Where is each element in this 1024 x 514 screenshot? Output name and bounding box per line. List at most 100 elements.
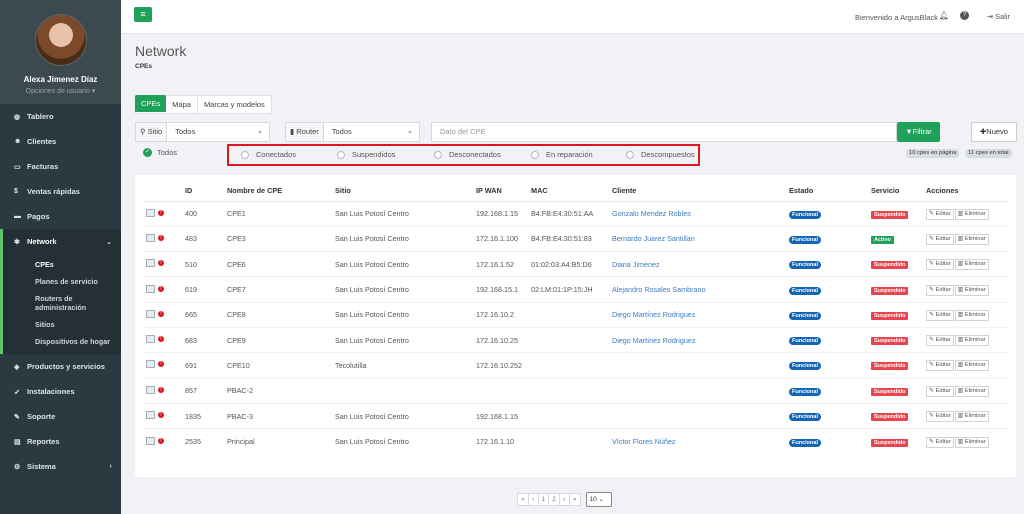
col-service[interactable]: Servicio <box>871 181 926 202</box>
edit-button[interactable]: ✎ Editar <box>926 284 954 296</box>
client-link[interactable]: Diego Martínez Rodriguez <box>612 326 789 353</box>
per-page-select[interactable]: 10 ⌄ <box>585 492 612 507</box>
client-link[interactable]: Alejandro Rosales Sambrano <box>612 276 789 303</box>
col-site[interactable]: Sitio <box>335 181 476 202</box>
client-link[interactable]: Gonzalo Mendez Robles <box>612 200 789 227</box>
tab-brands-models[interactable]: Marcas y modelos <box>198 96 271 113</box>
state-badge: Funcional <box>789 286 821 295</box>
table-row[interactable]: ! 683 CPE9 San Luis Potosí Centro 172.16.10.… <box>145 326 1007 353</box>
logout-button[interactable]: ⇥ Salir <box>987 12 1010 21</box>
help-icon[interactable]: ? <box>960 11 969 20</box>
new-cpe-button[interactable]: ✚Nuevo <box>971 122 1017 142</box>
cpe-site: San Luis Potosí Centro <box>335 276 476 303</box>
client-link[interactable]: Bernardo Juarez Santillan <box>612 225 789 252</box>
table-row[interactable]: ! 1835 PBAC-3 San Luis Potosí Centro 192.168… <box>145 402 1007 429</box>
sidebar-item-installations[interactable]: ➶ Instalaciones <box>0 379 121 404</box>
sidebar-subitem-home-devices[interactable]: Dispositivos de hogar <box>3 333 121 350</box>
client-link[interactable] <box>612 377 789 404</box>
site-select[interactable]: ⚲ Sitio Todos ⌄ <box>135 122 270 142</box>
cpe-site: San Luis Potosí Centro <box>335 225 476 252</box>
delete-button[interactable]: ▥ Eliminar <box>954 284 989 296</box>
bell-icon[interactable]: 🔔︎ <box>939 11 949 20</box>
col-client[interactable]: Cliente <box>612 181 789 202</box>
edit-button[interactable]: ✎ Editar <box>926 259 954 271</box>
state-cell: Funcional <box>789 326 871 353</box>
edit-button[interactable]: ✎ Editar <box>926 233 954 245</box>
sidebar-subitem-routers[interactable]: Routers de administración <box>3 290 121 316</box>
edit-button[interactable]: ✎ Editar <box>926 411 954 423</box>
delete-button[interactable]: ▥ Eliminar <box>954 411 989 423</box>
table-row[interactable]: ! 665 CPE8 San Luis Potosí Centro 172.16.10.… <box>145 301 1007 328</box>
sidebar-item-products[interactable]: ◈ Productos y servicios <box>0 354 121 379</box>
col-name[interactable]: Nombre de CPE <box>227 181 335 202</box>
avatar[interactable] <box>34 14 87 66</box>
device-image: ! <box>145 207 164 219</box>
table-row[interactable]: ! 483 CPE3 San Luis Potosí Centro 172.16.1.1… <box>145 225 1007 252</box>
delete-button[interactable]: ▥ Eliminar <box>954 208 989 220</box>
edit-button[interactable]: ✎ Editar <box>926 436 954 448</box>
sidebar-item-support[interactable]: ✎ Soporte <box>0 404 121 429</box>
col-ip[interactable]: IP WAN <box>476 181 531 202</box>
status-radio-disconnected[interactable]: Desconectados <box>434 150 501 159</box>
service-cell: Suspendido <box>871 276 926 303</box>
status-filter-group: Conectados Suspendidos Desconectados En … <box>227 144 700 166</box>
delete-button[interactable]: ▥ Eliminar <box>954 309 989 321</box>
map-marker-icon: ⚲ <box>140 127 146 136</box>
col-id[interactable]: ID <box>185 181 227 202</box>
client-link[interactable] <box>612 352 789 379</box>
client-link[interactable]: Víctor Flores Núñez <box>612 428 789 454</box>
router-select[interactable]: ▮ Router Todos ⌄ <box>285 122 420 142</box>
filter-button[interactable]: ▼Filtrar <box>897 122 940 142</box>
client-link[interactable]: Diana Jimenez <box>612 251 789 277</box>
delete-button[interactable]: ▥ Eliminar <box>954 385 989 397</box>
trash-icon: ▥ <box>957 210 964 217</box>
table-row[interactable]: ! 400 CPE1 San Luis Potosí Centro 192.168.1.… <box>145 200 1007 227</box>
dollar-icon: $ <box>14 188 18 195</box>
edit-button[interactable]: ✎ Editar <box>926 208 954 220</box>
sidebar-item-invoices[interactable]: ▭ Facturas <box>0 154 121 179</box>
tab-cpes[interactable]: CPEs <box>135 95 167 112</box>
tab-map[interactable]: Mapa <box>166 96 198 113</box>
sidebar-item-clients[interactable]: ☻ Clientes <box>0 129 121 154</box>
client-link[interactable]: Diego Martínez Rodriguez <box>612 301 789 328</box>
table-row[interactable]: ! 857 PBAC-2 Funcional Suspendido ✎ Editar ▥ E… <box>145 377 1007 404</box>
delete-button[interactable]: ▥ Eliminar <box>954 233 989 245</box>
client-link[interactable] <box>612 402 789 429</box>
delete-button[interactable]: ▥ Eliminar <box>954 436 989 448</box>
sidebar-item-reports[interactable]: ▤ Reportes <box>0 429 121 454</box>
cpe-site: Tecolutilla <box>335 352 476 379</box>
all-status-check[interactable]: ✓ Todos <box>143 148 177 157</box>
table-row[interactable]: ! 619 CPE7 San Luis Potosí Centro 192.168.15… <box>145 276 1007 303</box>
delete-button[interactable]: ▥ Eliminar <box>954 259 989 271</box>
edit-button[interactable]: ✎ Editar <box>926 335 954 347</box>
status-label: Conectados <box>256 150 297 159</box>
col-mac[interactable]: MAC <box>531 181 612 202</box>
status-radio-repair[interactable]: En reparación <box>531 150 593 159</box>
user-options-menu[interactable]: Opciones de usuario ▾ <box>0 87 121 95</box>
menu-toggle-icon[interactable]: ≡ <box>134 7 152 22</box>
table-row[interactable]: ! 2535 Principal San Luis Potosí Centro 172.… <box>145 428 1007 454</box>
edit-button[interactable]: ✎ Editar <box>926 360 954 372</box>
status-radio-connected[interactable]: Conectados <box>241 150 296 159</box>
edit-label: Editar <box>935 438 951 445</box>
sidebar-item-payments[interactable]: ▬ Pagos <box>0 204 121 229</box>
sidebar-subitem-service-plans[interactable]: Planes de servicio <box>3 273 121 290</box>
cpe-search-input[interactable]: Dato del CPE <box>431 122 897 142</box>
sidebar-item-dashboard[interactable]: ◍ Tablero <box>0 104 121 129</box>
last-page-button[interactable]: » <box>568 493 581 506</box>
delete-button[interactable]: ▥ Eliminar <box>954 335 989 347</box>
status-radio-broken[interactable]: Descompuestos <box>626 150 695 159</box>
sidebar-item-system[interactable]: ⚙ Sistema ‹ <box>0 454 121 479</box>
delete-button[interactable]: ▥ Eliminar <box>954 360 989 372</box>
col-state[interactable]: Estado <box>789 181 871 202</box>
router-icon: ▮ <box>290 127 295 136</box>
edit-button[interactable]: ✎ Editar <box>926 309 954 321</box>
sidebar-item-quick-sales[interactable]: $ Ventas rápidas <box>0 179 121 204</box>
sidebar-subitem-cpes[interactable]: CPEs <box>3 256 121 273</box>
edit-button[interactable]: ✎ Editar <box>926 385 954 397</box>
status-radio-suspended[interactable]: Suspendidos <box>337 150 395 159</box>
sidebar-subitem-sites[interactable]: Sitios <box>3 316 121 333</box>
table-row[interactable]: ! 510 CPE6 San Luis Potosí Centro 172.16.1.5… <box>145 251 1007 277</box>
sidebar-item-network[interactable]: ✱ Network ⌄ <box>0 229 121 254</box>
table-row[interactable]: ! 691 CPE10 Tecolutilla 172.16.10.252 Funcion… <box>145 352 1007 379</box>
